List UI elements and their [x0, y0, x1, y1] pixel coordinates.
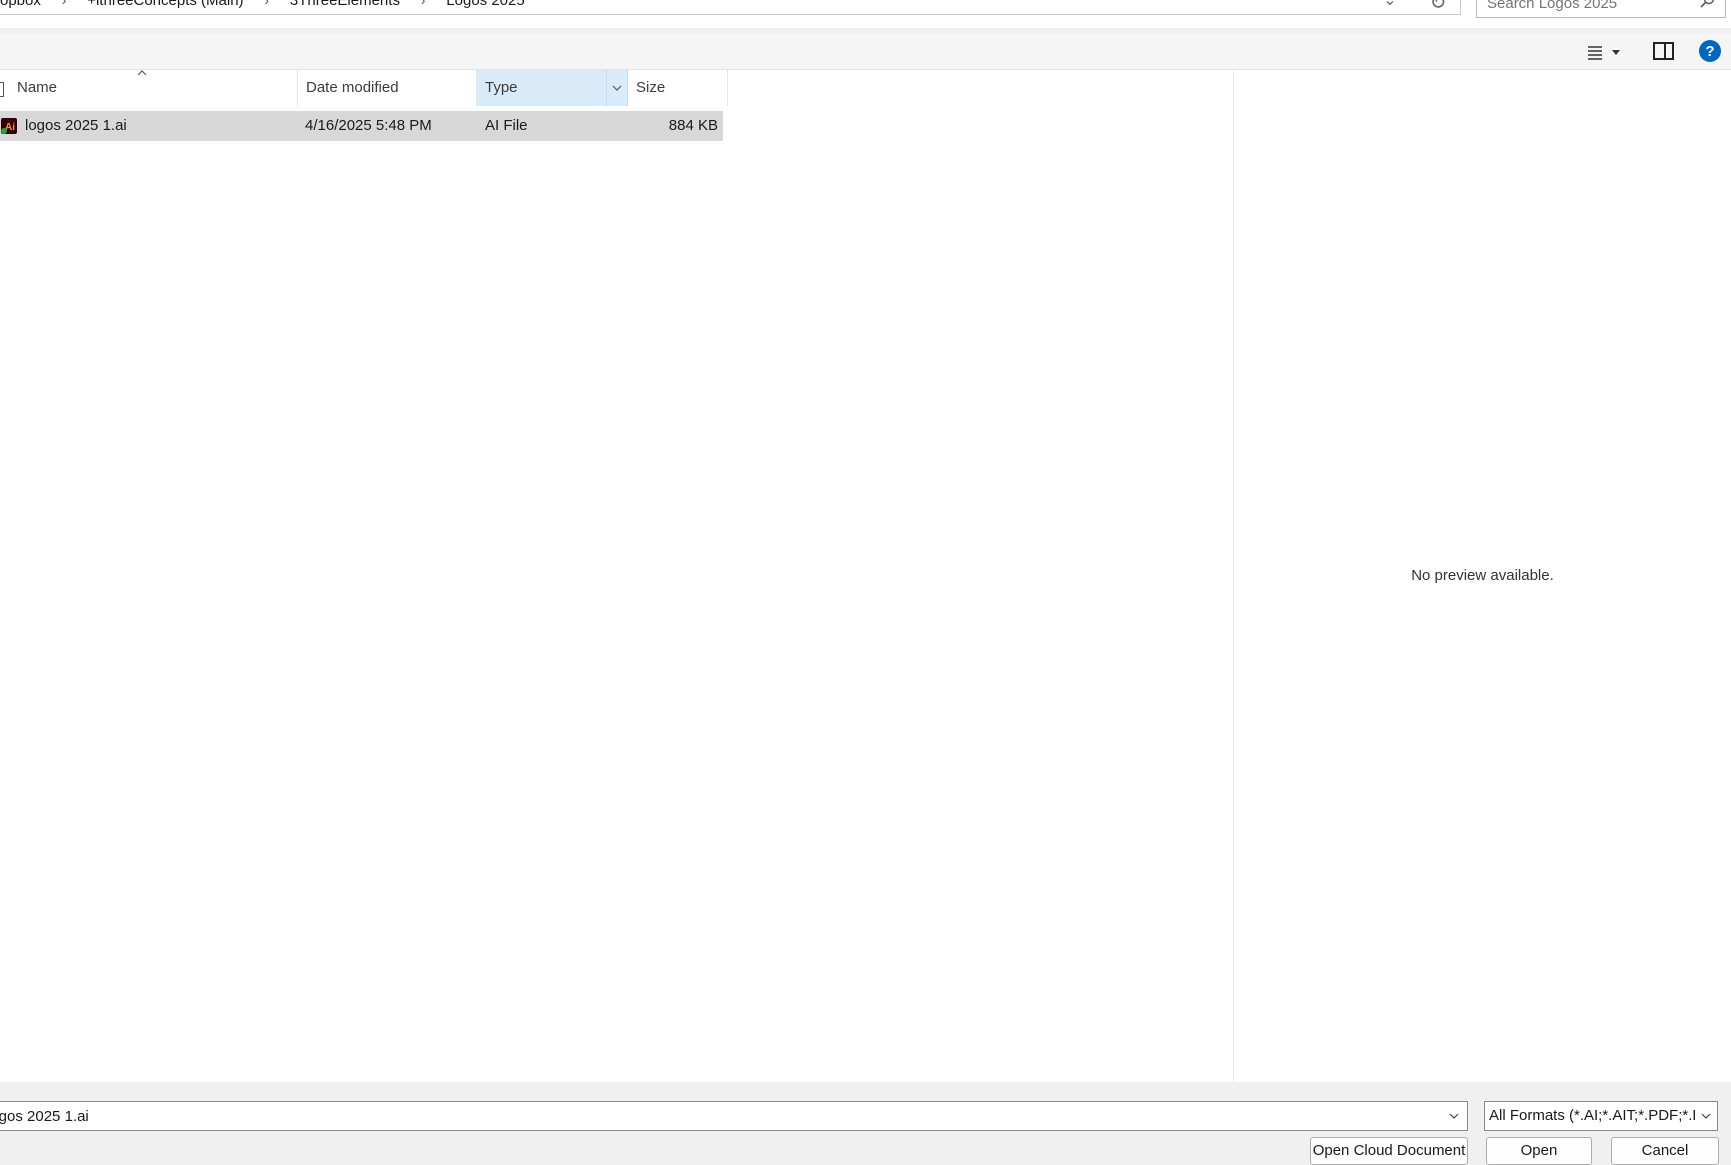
column-header-label: Name [17, 79, 58, 96]
chevron-down-icon[interactable] [1699, 1109, 1713, 1123]
preview-pane: No preview available. [1234, 70, 1731, 1082]
file-name[interactable]: logos 2025 1.ai [25, 111, 127, 141]
chevron-down-icon[interactable]: ⌄ [1378, 0, 1402, 10]
toolbar: ? [0, 33, 1731, 70]
column-header-size[interactable]: Size [628, 70, 728, 106]
file-list[interactable]: Name Date modified Type Size Ai logos 20… [0, 70, 1234, 1082]
search-box[interactable] [1476, 0, 1726, 19]
chevron-down-icon[interactable] [606, 70, 627, 106]
file-type: AI File [485, 117, 528, 134]
address-bar: opbox › +ithreeConcepts (Main) › 3ThreeE… [0, 0, 1731, 28]
breadcrumb-item-current[interactable]: Logos 2025 [446, 0, 524, 14]
filename-input[interactable] [0, 1102, 1419, 1130]
help-icon[interactable]: ? [1698, 39, 1722, 63]
refresh-icon[interactable]: ↻ [1422, 0, 1454, 14]
open-button[interactable]: Open [1486, 1137, 1592, 1165]
chevron-right-icon[interactable]: › [404, 0, 442, 14]
open-cloud-document-button[interactable]: Open Cloud Document [1310, 1137, 1468, 1165]
breadcrumb-item[interactable]: opbox [0, 0, 41, 14]
column-header-label: Date modified [306, 79, 399, 96]
column-header-label: Type [485, 79, 518, 96]
file-type-select-value: All Formats (*.AI;*.AIT;*.PDF;*.DXF;*.EP… [1489, 1107, 1695, 1124]
dialog-footer: All Formats (*.AI;*.AIT;*.PDF;*.DXF;*.EP… [0, 1083, 1731, 1165]
illustrator-file-icon: Ai [1, 118, 17, 134]
sort-ascending-icon [137, 70, 147, 76]
file-row[interactable]: Ai logos 2025 1.ai 4/16/2025 5:48 PM AI … [0, 111, 723, 141]
column-header-type[interactable]: Type [477, 70, 628, 106]
chevron-right-icon[interactable]: › [248, 0, 286, 14]
file-date-modified: 4/16/2025 5:48 PM [305, 117, 432, 134]
file-type-select[interactable]: All Formats (*.AI;*.AIT;*.PDF;*.DXF;*.EP… [1484, 1101, 1718, 1131]
file-size: 884 KB [668, 117, 718, 134]
preview-message: No preview available. [1411, 567, 1554, 584]
breadcrumb[interactable]: opbox › +ithreeConcepts (Main) › 3ThreeE… [0, 0, 1461, 15]
column-header-date[interactable]: Date modified [298, 70, 477, 106]
svg-text:?: ? [1705, 43, 1714, 60]
column-header-name[interactable]: Name [0, 70, 298, 106]
view-options-icon[interactable] [1586, 41, 1626, 63]
search-input[interactable] [1485, 0, 1689, 19]
filename-combobox[interactable] [0, 1101, 1468, 1131]
column-header-label: Size [636, 79, 666, 96]
breadcrumb-item[interactable]: 3ThreeElements [290, 0, 400, 14]
chevron-right-icon[interactable]: › [45, 0, 83, 14]
search-icon[interactable] [1699, 0, 1715, 9]
chevron-down-icon[interactable] [1447, 1109, 1461, 1123]
preview-pane-icon[interactable] [1652, 40, 1676, 62]
cancel-button[interactable]: Cancel [1611, 1137, 1719, 1165]
breadcrumb-item[interactable]: +ithreeConcepts (Main) [87, 0, 243, 14]
